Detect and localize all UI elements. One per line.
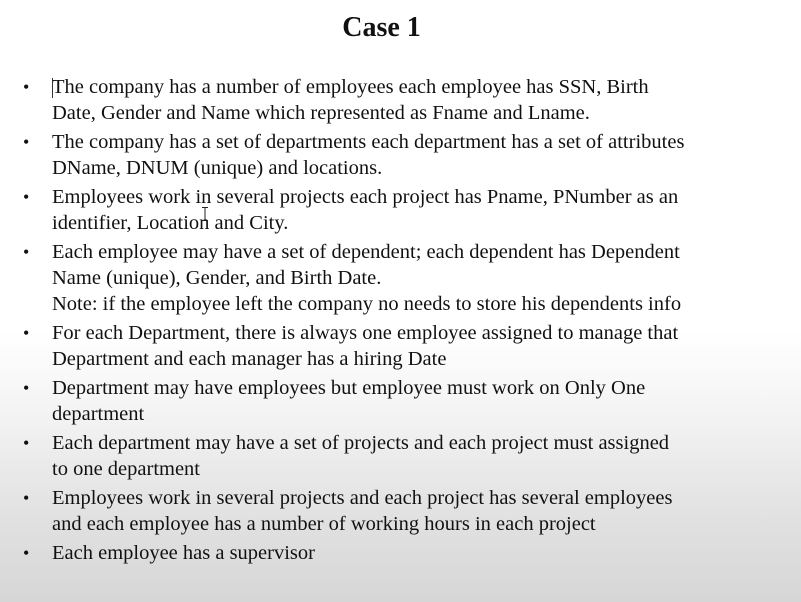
slide-title: Case 1	[342, 12, 421, 43]
list-item: • The company has a set of departments e…	[0, 129, 790, 181]
bullet-icon: •	[23, 378, 30, 398]
list-item: • Department may have employees but empl…	[0, 375, 790, 427]
bullet-text: Each employee may have a set of dependen…	[52, 241, 680, 289]
bullet-text: For each Department, there is always one…	[52, 322, 679, 370]
list-item: • For each Department, there is always o…	[0, 320, 790, 372]
bullet-text: The company has a set of departments eac…	[52, 131, 685, 179]
bullet-icon: •	[23, 323, 30, 343]
bullet-icon: •	[23, 132, 30, 152]
bullet-text: Each employee has a supervisor	[52, 542, 315, 564]
list-item: • Each employee may have a set of depend…	[0, 239, 790, 317]
text-cursor-icon	[52, 78, 53, 98]
bullet-text: Employees work in several projects each …	[52, 186, 679, 234]
bullet-text: Employees work in several projects and e…	[52, 487, 673, 535]
ibeam-cursor-icon	[202, 207, 208, 221]
bullet-text: Each department may have a set of projec…	[52, 432, 670, 480]
bullet-text: The company has a number of employees ea…	[52, 76, 649, 124]
bullet-icon: •	[23, 488, 30, 508]
bullet-icon: •	[23, 543, 30, 563]
list-item: • Each employee has a supervisor	[0, 540, 790, 566]
bullet-icon: •	[23, 242, 30, 262]
list-item: • Employees work in several projects and…	[0, 485, 790, 537]
bullet-icon: •	[23, 433, 30, 453]
bullet-note: Note: if the employee left the company n…	[52, 293, 682, 315]
list-item: • Employees work in several projects eac…	[0, 184, 790, 236]
bullet-text: Department may have employees but employ…	[52, 377, 646, 425]
requirements-list: • The company has a number of employees …	[0, 74, 790, 569]
list-item: • The company has a number of employees …	[0, 74, 790, 126]
list-item: • Each department may have a set of proj…	[0, 430, 790, 482]
bullet-icon: •	[23, 77, 30, 97]
bullet-icon: •	[23, 187, 30, 207]
